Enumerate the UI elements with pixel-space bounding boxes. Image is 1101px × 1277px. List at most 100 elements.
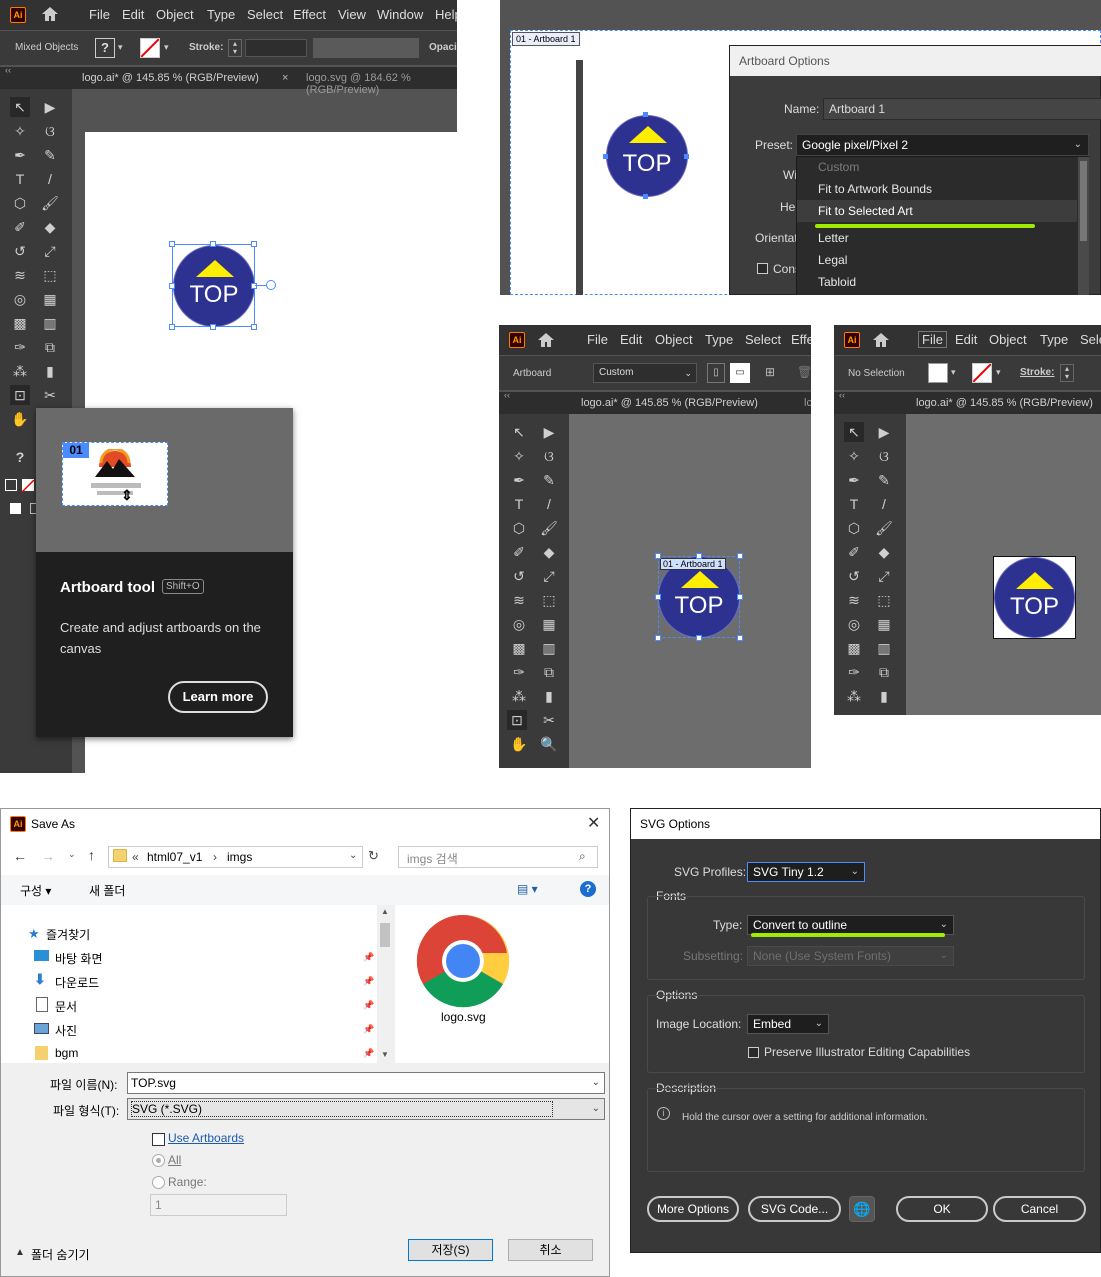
chevron-down-icon[interactable]: ⌄ (68, 849, 76, 860)
graph-icon[interactable]: ▮ (539, 686, 559, 706)
font-type-dropdown[interactable]: Convert to outline ⌄ (747, 915, 954, 935)
chevron-down-icon[interactable]: ▾ (118, 42, 123, 53)
preset-dropdown[interactable]: Custom ⌄ (593, 363, 697, 383)
eraser-icon[interactable]: ◆ (40, 217, 60, 237)
pen-tool-icon[interactable]: ✒ (509, 470, 529, 490)
type-tool-icon[interactable]: T (10, 169, 30, 189)
gradient-icon[interactable]: ▥ (539, 638, 559, 658)
free-transform-icon[interactable]: ⬚ (539, 590, 559, 610)
warp-icon[interactable]: ≋ (10, 265, 30, 285)
warp-icon[interactable]: ≋ (509, 590, 529, 610)
subsetting-dropdown[interactable]: None (Use System Fonts) ⌄ (747, 946, 954, 966)
curvature-icon[interactable]: ✎ (40, 145, 60, 165)
breadcrumb-html07[interactable]: html07_v1 (147, 850, 202, 864)
graph-icon[interactable]: ▮ (874, 686, 894, 706)
chevron-down-icon[interactable]: ⌄ (349, 850, 357, 861)
menu-effect[interactable]: Effect (293, 7, 326, 22)
panel-collapse-icon[interactable]: ‹‹ (839, 390, 845, 400)
magic-wand-icon[interactable]: ✧ (509, 446, 529, 466)
hide-folders-label[interactable]: 폴더 숨기기 (31, 1246, 90, 1263)
stroke-stepper[interactable]: ▴ ▾ (228, 39, 242, 57)
menu-edit[interactable]: Edit (955, 332, 977, 347)
style-dropdown[interactable] (313, 38, 419, 58)
landscape-icon[interactable]: ▭ (730, 363, 750, 383)
scale-icon[interactable]: ⤢ (874, 566, 894, 586)
top-logo[interactable]: TOP (606, 115, 688, 197)
artboard-handle[interactable] (655, 635, 661, 641)
preserve-checkbox[interactable] (748, 1047, 759, 1058)
symbol-sprayer-icon[interactable]: ⁂ (844, 686, 864, 706)
home-icon[interactable] (536, 330, 556, 350)
type-tool-icon[interactable]: T (509, 494, 529, 514)
range-radio[interactable] (152, 1176, 165, 1189)
eraser-icon[interactable]: ◆ (539, 542, 559, 562)
selection-handle[interactable] (684, 154, 689, 159)
new-folder-button[interactable]: 새 폴더 (89, 882, 125, 899)
filename-input[interactable]: TOP.svg ⌄ (127, 1072, 605, 1094)
breadcrumb-imgs[interactable]: imgs (227, 850, 252, 864)
menu-window[interactable]: Window (377, 7, 423, 22)
tab-logo-ai[interactable]: logo.ai* @ 145.85 % (RGB/Preview) (82, 72, 259, 84)
selection-handle[interactable] (251, 324, 257, 330)
symbol-sprayer-icon[interactable]: ⁂ (509, 686, 529, 706)
dropdown-item-legal[interactable]: Legal (818, 253, 847, 267)
menu-select[interactable]: Sele (1080, 332, 1101, 347)
artboard-handle[interactable] (737, 553, 743, 559)
brush-icon[interactable]: 🖌 (874, 518, 894, 538)
graph-icon[interactable]: ▮ (40, 361, 60, 381)
magic-wand-icon[interactable]: ✧ (10, 121, 30, 141)
hand-icon[interactable]: ✋ (509, 734, 529, 754)
tree-desktop[interactable]: 바탕 화면 (55, 950, 103, 967)
forward-arrow-icon[interactable]: → (41, 848, 55, 864)
new-artboard-icon[interactable]: ⊞ (765, 365, 775, 379)
stroke-mini-icon[interactable] (21, 479, 35, 493)
rotate-icon[interactable]: ↺ (509, 566, 529, 586)
selection-tool-icon[interactable]: ↖ (10, 97, 30, 117)
range-input[interactable]: 1 (150, 1194, 287, 1216)
selection-tool-icon[interactable]: ↖ (509, 422, 529, 442)
shaper-icon[interactable]: ✐ (10, 217, 30, 237)
line-tool-icon[interactable]: / (539, 494, 559, 514)
artboard-handle[interactable] (737, 594, 743, 600)
filetype-select[interactable]: SVG (*.SVG) ⌄ (127, 1098, 605, 1120)
menu-type[interactable]: Type (207, 7, 235, 22)
draw-normal-icon[interactable] (10, 503, 21, 514)
selection-handle[interactable] (210, 241, 216, 247)
panel-collapse-icon[interactable]: ‹‹ (504, 390, 510, 400)
view-options-icon[interactable]: ▤ ▾ (517, 882, 538, 896)
menu-view[interactable]: View (338, 7, 366, 22)
symbol-sprayer-icon[interactable]: ⁂ (10, 361, 30, 381)
menu-file[interactable]: File (89, 7, 110, 22)
search-input[interactable]: imgs 검색 ⌕ (398, 846, 598, 868)
selection-handle[interactable] (169, 241, 175, 247)
scrollbar-thumb[interactable] (380, 923, 390, 947)
lasso-icon[interactable]: ଓ (40, 121, 60, 141)
lasso-icon[interactable]: ଓ (539, 446, 559, 466)
curvature-icon[interactable]: ✎ (539, 470, 559, 490)
web-globe-icon[interactable]: 🌐 (849, 1196, 875, 1222)
mesh-icon[interactable]: ▩ (10, 313, 30, 333)
menu-effect[interactable]: Effe (791, 332, 811, 347)
artboard-handle[interactable] (655, 553, 661, 559)
tab-logo-svg[interactable]: logo.svg @ 184.62 % (RGB/Preview) (306, 72, 457, 96)
slice-icon[interactable]: ✂ (539, 710, 559, 730)
address-bar[interactable]: « html07_v1 › imgs ⌄ (108, 846, 363, 868)
fill-stroke-mini-icon[interactable] (5, 479, 17, 491)
panel-collapse-icon[interactable]: ‹‹ (5, 65, 11, 75)
selection-handle[interactable] (603, 154, 608, 159)
brush-icon[interactable]: 🖌 (40, 193, 60, 213)
menu-select[interactable]: Select (745, 332, 781, 347)
shape-builder-icon[interactable]: ◎ (509, 614, 529, 634)
menu-file[interactable]: File (587, 332, 608, 347)
chrome-file-icon[interactable] (415, 913, 511, 1009)
menu-file[interactable]: File (918, 331, 947, 348)
menu-edit[interactable]: Edit (122, 7, 144, 22)
image-location-dropdown[interactable]: Embed ⌄ (747, 1014, 829, 1034)
chevron-down-icon[interactable]: ▾ (951, 367, 956, 378)
shape-tool-icon[interactable]: ⬡ (844, 518, 864, 538)
menu-help[interactable]: Help (435, 7, 457, 22)
preset-dropdown[interactable]: Google pixel/Pixel 2 ⌄ (796, 134, 1089, 156)
eyedropper-icon[interactable]: ✑ (509, 662, 529, 682)
svg-code-button[interactable]: SVG Code... (748, 1196, 841, 1222)
free-transform-icon[interactable]: ⬚ (874, 590, 894, 610)
